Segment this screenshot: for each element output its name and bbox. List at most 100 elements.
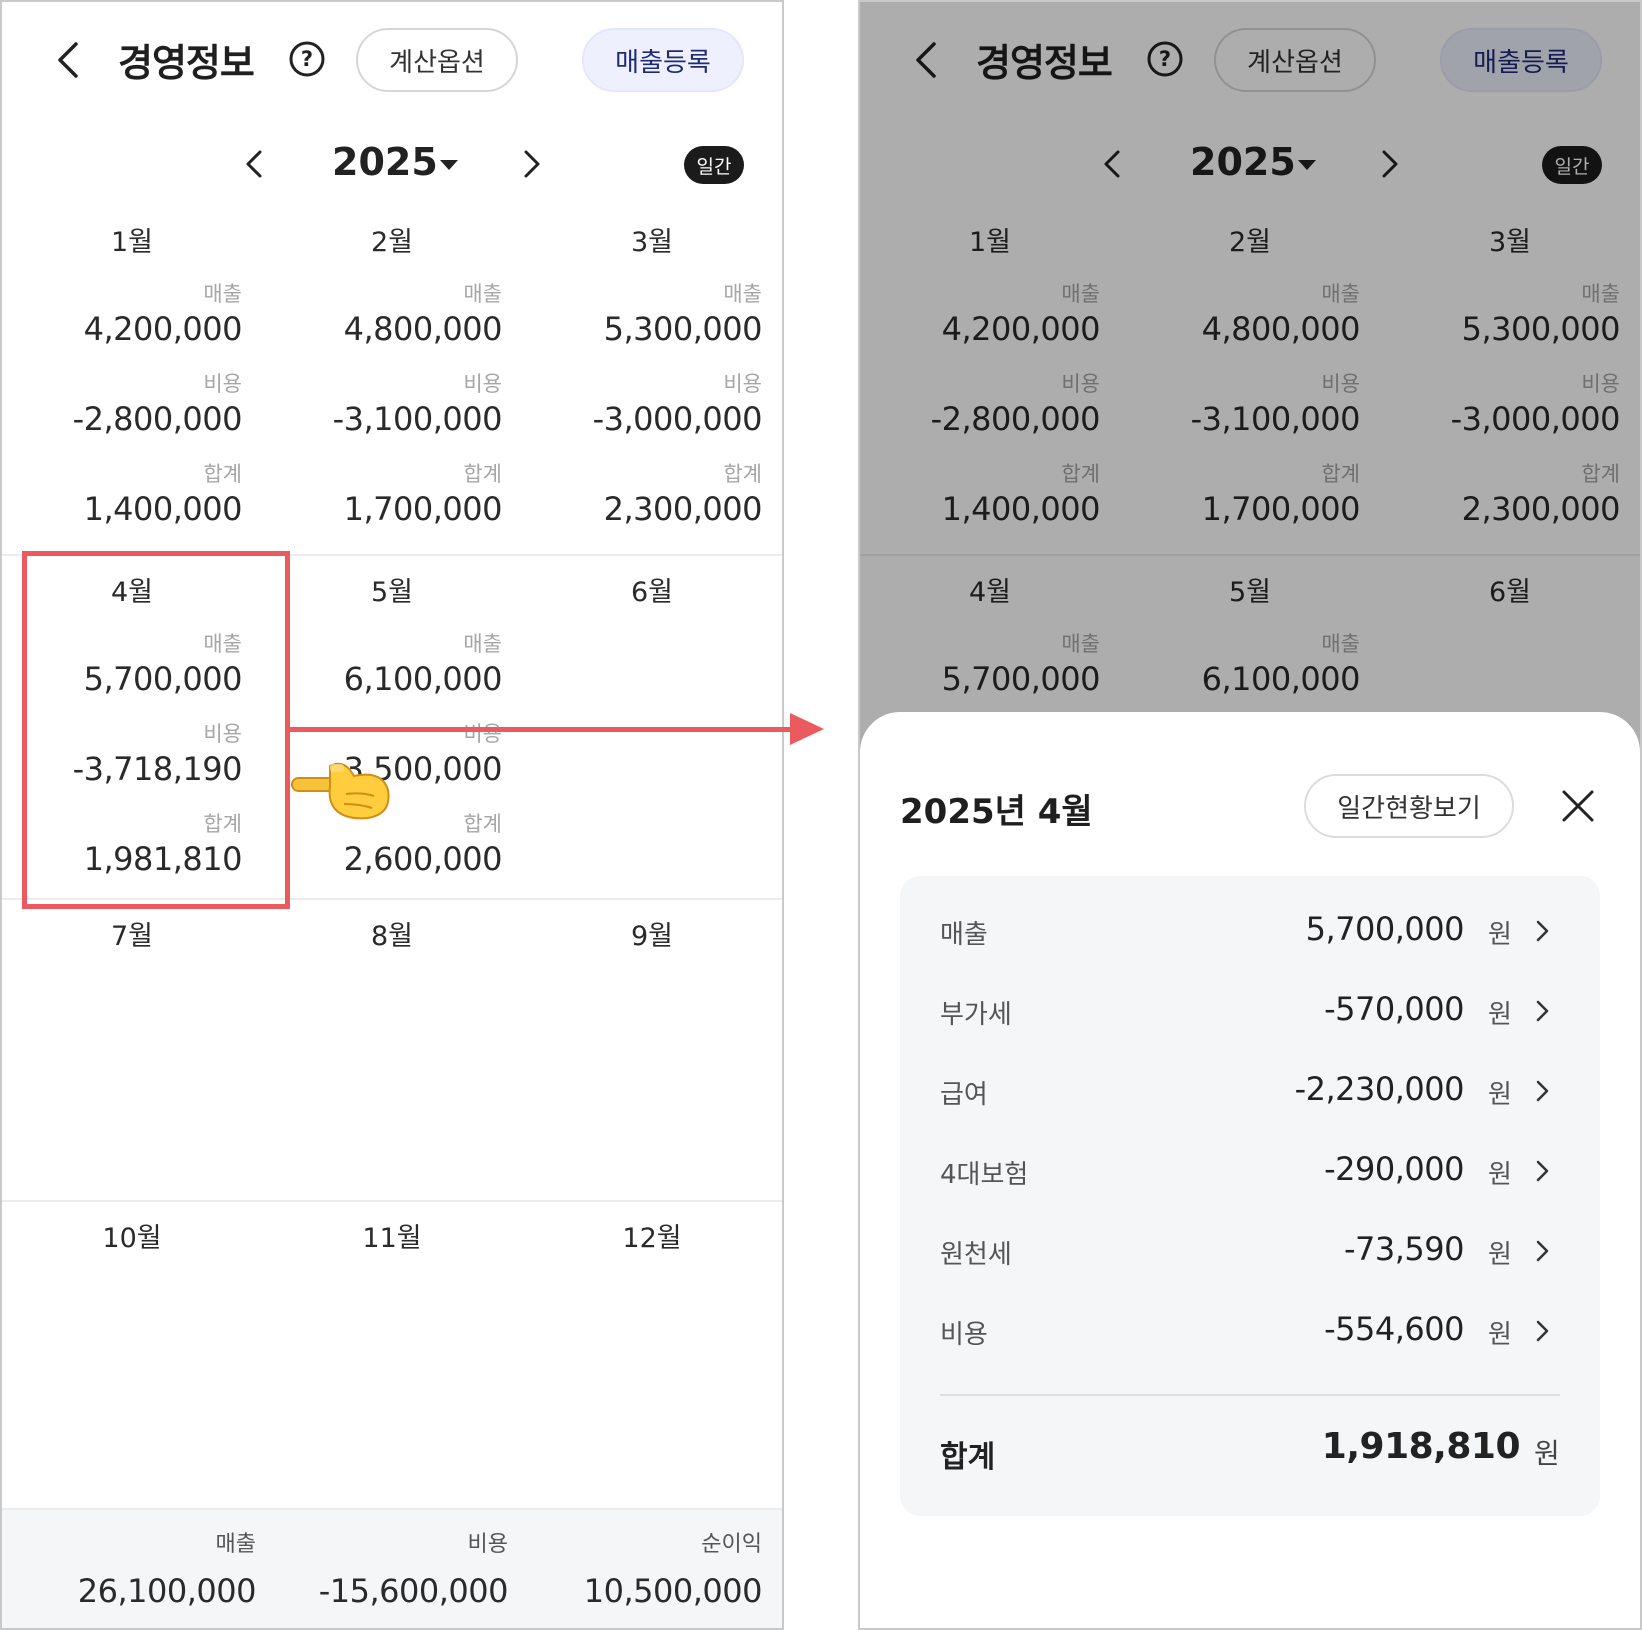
detail-label: 원천세 <box>940 1240 1012 1270</box>
month-name: 10월 <box>102 1223 162 1254</box>
month-cell-aug[interactable]: 8월 <box>262 900 522 1200</box>
sales-label: 매출 <box>723 282 762 306</box>
detail-value: 5,700,000 <box>1305 910 1465 948</box>
yearly-sales-value: 26,100,000 <box>77 1572 257 1610</box>
detail-label: 매출 <box>940 920 988 950</box>
svg-text:?: ? <box>301 47 313 71</box>
chevron-right-icon[interactable] <box>516 144 546 184</box>
month-cell-jan[interactable]: 1월 매출 4,200,000 비용 -2,800,000 합계 1,400,0… <box>2 206 262 554</box>
detail-row-withholding-tax[interactable]: 원천세 -73,590 원 <box>900 1212 1600 1292</box>
april-highlight-box <box>22 551 290 909</box>
sales-value: 5,300,000 <box>603 310 763 348</box>
detail-value: -73,590 <box>1343 1230 1465 1268</box>
chevron-left-icon[interactable] <box>240 144 270 184</box>
detail-row-salary[interactable]: 급여 -2,230,000 원 <box>900 1052 1600 1132</box>
month-name: 7월 <box>110 921 154 952</box>
total-value: 2,300,000 <box>603 490 763 528</box>
cost-value: -3,000,000 <box>592 400 763 438</box>
detail-value: -570,000 <box>1324 990 1464 1028</box>
yearly-sales-label: 매출 <box>215 1532 256 1557</box>
detail-value: -2,230,000 <box>1294 1070 1465 1108</box>
detail-unit: 원 <box>1488 920 1512 950</box>
detail-unit: 원 <box>1488 1080 1512 1110</box>
cost-label: 비용 <box>203 372 242 396</box>
business-info-screen-with-sheet: 경영정보 ? 계산옵션 매출등록 2025 일간 1월 매출 4,200,000… <box>858 0 1642 1630</box>
close-icon[interactable] <box>1560 788 1596 824</box>
arrow-head <box>790 713 824 745</box>
month-name: 9월 <box>630 921 674 952</box>
page-title: 경영정보 <box>118 41 255 85</box>
total-value: 1,400,000 <box>83 490 243 528</box>
yearly-cost-value: -15,600,000 <box>318 1572 509 1610</box>
calc-options-button[interactable]: 계산옵션 <box>356 28 518 92</box>
sales-label: 매출 <box>203 282 242 306</box>
caret-down-icon[interactable] <box>438 158 460 172</box>
detail-row-cost[interactable]: 비용 -554,600 원 <box>900 1292 1600 1372</box>
sales-value: 6,100,000 <box>343 660 503 698</box>
month-cell-sep[interactable]: 9월 <box>522 900 782 1200</box>
month-detail-sheet: 2025년 4월 일간현황보기 매출 5,700,000 원 부가세 -570,… <box>860 712 1640 1628</box>
chevron-right-icon <box>1536 1000 1549 1022</box>
detail-label: 비용 <box>940 1320 988 1350</box>
month-name: 6월 <box>630 577 674 608</box>
month-cell-jul[interactable]: 7월 <box>2 900 262 1200</box>
sum-unit: 원 <box>1534 1437 1560 1470</box>
month-name: 2월 <box>370 227 414 258</box>
month-row: 1월 매출 4,200,000 비용 -2,800,000 합계 1,400,0… <box>2 206 782 556</box>
header: 경영정보 ? 계산옵션 매출등록 <box>2 2 782 118</box>
detail-row-vat[interactable]: 부가세 -570,000 원 <box>900 972 1600 1052</box>
chevron-right-icon <box>1536 1320 1549 1342</box>
detail-label: 급여 <box>940 1080 988 1110</box>
cost-label: 비용 <box>463 372 502 396</box>
year-navigator: 2025 일간 <box>2 130 782 202</box>
year-label[interactable]: 2025 <box>332 140 438 184</box>
chevron-right-icon <box>1536 1240 1549 1262</box>
sales-label: 매출 <box>463 282 502 306</box>
sales-value: 4,800,000 <box>343 310 503 348</box>
detail-row-sales[interactable]: 매출 5,700,000 원 <box>900 892 1600 972</box>
yearly-net-label: 순이익 <box>701 1532 762 1557</box>
month-cell-dec[interactable]: 12월 <box>522 1202 782 1504</box>
total-label: 합계 <box>463 462 502 486</box>
register-sales-button[interactable]: 매출등록 <box>582 28 744 92</box>
month-name: 3월 <box>630 227 674 258</box>
pointing-hand-icon <box>291 762 390 820</box>
cost-label: 비용 <box>463 722 502 746</box>
sheet-title: 2025년 4월 <box>900 792 1093 832</box>
month-name: 5월 <box>370 577 414 608</box>
month-row: 10월 11월 12월 <box>2 1202 782 1504</box>
sum-value: 1,918,810 <box>1321 1426 1521 1467</box>
cost-label: 비용 <box>723 372 762 396</box>
tutorial-canvas: 경영정보 ? 계산옵션 매출등록 2025 일간 1월 매출 4,200,000… <box>0 0 1642 1630</box>
yearly-totals-bar: 매출 26,100,000 비용 -15,600,000 순이익 10,500,… <box>2 1508 782 1628</box>
month-name: 12월 <box>622 1223 682 1254</box>
month-cell-oct[interactable]: 10월 <box>2 1202 262 1504</box>
daily-view-button[interactable]: 일간현황보기 <box>1304 774 1514 838</box>
back-icon[interactable] <box>50 38 86 82</box>
sales-label: 매출 <box>463 632 502 656</box>
detail-unit: 원 <box>1488 1240 1512 1270</box>
detail-row-insurance[interactable]: 4대보험 -290,000 원 <box>900 1132 1600 1212</box>
detail-value: -554,600 <box>1324 1310 1464 1348</box>
chevron-right-icon <box>1536 1160 1549 1182</box>
chevron-right-icon <box>1536 1080 1549 1102</box>
total-value: 2,600,000 <box>343 840 503 878</box>
detail-label: 4대보험 <box>940 1160 1029 1190</box>
month-cell-feb[interactable]: 2월 매출 4,800,000 비용 -3,100,000 합계 1,700,0… <box>262 206 522 554</box>
sum-label: 합계 <box>940 1440 996 1475</box>
daily-toggle[interactable]: 일간 <box>684 146 744 184</box>
chevron-right-icon <box>1536 920 1549 942</box>
yearly-net-value: 10,500,000 <box>583 1572 763 1610</box>
total-label: 합계 <box>723 462 762 486</box>
cost-value: -3,100,000 <box>332 400 503 438</box>
detail-card: 매출 5,700,000 원 부가세 -570,000 원 급여 -2,230,… <box>900 876 1600 1516</box>
detail-label: 부가세 <box>940 1000 1012 1030</box>
month-cell-nov[interactable]: 11월 <box>262 1202 522 1504</box>
divider <box>940 1394 1560 1396</box>
sales-value: 4,200,000 <box>83 310 243 348</box>
detail-unit: 원 <box>1488 1000 1512 1030</box>
help-icon[interactable]: ? <box>288 40 326 78</box>
detail-unit: 원 <box>1488 1320 1512 1350</box>
month-cell-mar[interactable]: 3월 매출 5,300,000 비용 -3,000,000 합계 2,300,0… <box>522 206 782 554</box>
total-label: 합계 <box>203 462 242 486</box>
